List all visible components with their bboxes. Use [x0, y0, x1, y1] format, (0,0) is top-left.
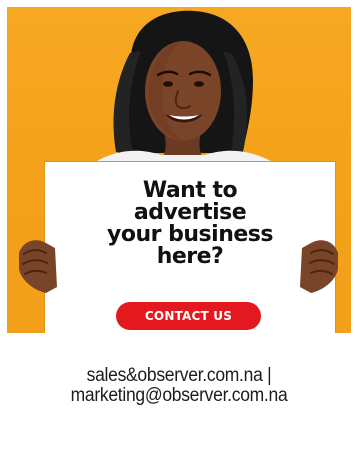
- advertising-sign: Want to advertise your business here? CO…: [45, 162, 335, 333]
- headline-line: here?: [156, 244, 224, 269]
- headline-line: your business: [107, 222, 273, 247]
- marketing-email[interactable]: marketing@observer.com.na: [14, 386, 343, 406]
- advertisement-banner[interactable]: Want to advertise your business here? CO…: [7, 7, 351, 333]
- advertisement-page: { "ad": { "headline_lines": ["Want to", …: [0, 0, 358, 450]
- contact-us-button[interactable]: CONTACT US: [116, 302, 261, 330]
- contact-details: sales&observer.com.na | marketing@observ…: [14, 366, 343, 406]
- sign-headline: Want to advertise your business here?: [45, 180, 335, 268]
- sales-email[interactable]: sales&observer.com.na |: [14, 366, 343, 386]
- headline-line: Want to: [142, 178, 238, 203]
- headline-line: advertise: [133, 200, 247, 225]
